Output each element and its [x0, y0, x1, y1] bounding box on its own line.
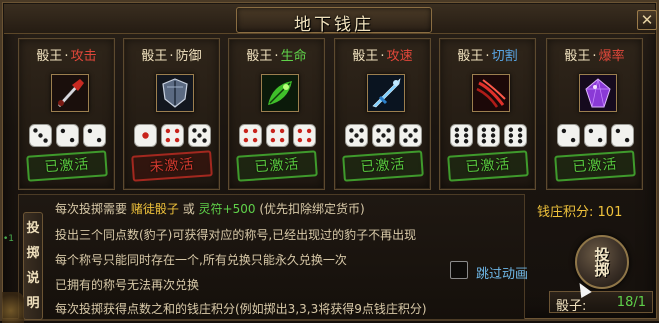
dice-row — [134, 124, 212, 148]
title-card[interactable]: 骰王 · 攻速已激活 — [334, 38, 431, 190]
card-title: 骰王 · 切割 — [440, 45, 535, 64]
card-dot: · — [64, 49, 69, 64]
side-tab-char: 明 — [26, 296, 40, 311]
dice-icon — [29, 124, 52, 147]
title-card[interactable]: 骰王 · 防御未激活 — [123, 38, 220, 190]
card-dot: · — [485, 49, 490, 64]
dice-icon — [266, 124, 289, 147]
purple-gem-icon — [579, 74, 617, 112]
red-sword-icon — [51, 74, 89, 112]
info-line-cost: 每次投掷需要 赌徒骰子 或 灵符+500 (优先扣除绑定货币) — [55, 200, 365, 217]
card-prefix: 骰王 — [36, 49, 63, 64]
title-card[interactable]: 骰王 · 切割已激活 — [439, 38, 536, 190]
dice-icon — [557, 124, 580, 147]
title-bar: 地下钱庄 ✕ — [4, 4, 657, 35]
dice-icon — [134, 124, 157, 147]
dice-count-bar: 骰子: 18/1 — [549, 291, 653, 314]
info-text: 或 — [182, 202, 195, 216]
title-plate: 地下钱庄 — [236, 7, 432, 35]
bank-score-label: 钱庄积分: — [537, 205, 594, 220]
card-title: 骰王 · 爆率 — [547, 45, 642, 64]
side-tab-char: 掷 — [26, 246, 40, 261]
card-prefix: 骰王 — [564, 49, 591, 64]
info-line-owned: 已拥有的称号无法再次兑换 — [55, 278, 200, 292]
card-prefix: 骰王 — [246, 49, 273, 64]
card-title: 骰王 · 生命 — [229, 45, 324, 64]
dice-count-label: 骰子: — [556, 299, 587, 314]
dice-icon — [477, 124, 500, 147]
roll-instructions-tab[interactable]: 投 掷 说 明 — [23, 212, 43, 320]
side-marker: •1 — [3, 234, 15, 244]
dice-row — [450, 124, 528, 148]
dice-icon — [56, 124, 79, 147]
skip-animation-label[interactable]: 跳过动画 — [476, 263, 528, 282]
dice-icon — [611, 124, 634, 147]
gold-pile-decoration — [2, 292, 24, 323]
card-attr: 切割 — [491, 49, 518, 64]
dice-icon — [450, 124, 473, 147]
info-text: 每次投掷需要 — [55, 202, 128, 216]
card-prefix: 骰王 — [352, 49, 379, 64]
status-stamp-active: 已激活 — [447, 150, 529, 182]
skip-animation-checkbox[interactable] — [450, 261, 468, 279]
status-stamp-inactive: 未激活 — [131, 150, 213, 182]
red-claw-icon — [472, 74, 510, 112]
dice-icon — [399, 124, 422, 147]
info-line-points: 每次投掷获得点数之和的钱庄积分(例如掷出3,3,3将获得9点钱庄积分) — [55, 302, 427, 316]
roll-char: 掷 — [594, 261, 610, 279]
status-stamp-active: 已激活 — [342, 150, 424, 182]
dice-icon — [83, 124, 106, 147]
title-card[interactable]: 骰王 · 攻击已激活 — [18, 38, 115, 190]
card-attr: 防御 — [175, 49, 202, 64]
dice-row — [345, 124, 423, 148]
card-prefix: 骰王 — [457, 49, 484, 64]
side-tab-char: 投 — [26, 221, 40, 236]
roll-button-label: 投 掷 — [577, 248, 627, 278]
title-card[interactable]: 骰王 · 生命已激活 — [228, 38, 325, 190]
card-title: 骰王 · 防御 — [124, 45, 219, 64]
underground-bank-window: 地下钱庄 ✕ 骰王 · 攻击 已激活 骰王 · 防御 未激活 骰王 · 生命 已激活 骰王 · 攻速 已激活骰… — [0, 0, 659, 323]
bank-score-value: 101 — [597, 205, 623, 220]
card-prefix: 骰王 — [141, 49, 168, 64]
info-text: (优先扣除绑定货币) — [259, 202, 365, 216]
card-title: 骰王 · 攻速 — [335, 45, 430, 64]
status-stamp-active: 已激活 — [26, 150, 108, 182]
card-dot: · — [169, 49, 174, 64]
close-button[interactable]: ✕ — [637, 10, 657, 30]
dice-icon — [504, 124, 527, 147]
status-stamp-active: 已激活 — [236, 150, 318, 182]
title-cards: 骰王 · 攻击 已激活 骰王 · 防御 未激活 骰王 · 生命 已激活 骰王 · 攻速 已激活 骰王 · 切割 已激活… — [18, 38, 643, 191]
status-stamp-active: 已激活 — [554, 150, 636, 182]
dice-row — [239, 124, 317, 148]
dice-icon — [345, 124, 368, 147]
dice-icon — [293, 124, 316, 147]
info-line-triples: 投出三个同点数(豹子)可获得对应的称号,已经出现过的豹子不再出现 — [55, 228, 417, 242]
dice-count-value: 18/1 — [616, 295, 646, 310]
gambler-dice-text: 赌徒骰子 — [130, 202, 179, 216]
shield-icon — [156, 74, 194, 112]
side-tab-char: 说 — [26, 271, 40, 286]
dice-row — [557, 124, 635, 148]
info-line-unique: 每个称号只能同时存在一个,所有兑换只能永久兑换一次 — [55, 253, 347, 267]
card-attr: 爆率 — [598, 49, 625, 64]
card-attr: 生命 — [280, 49, 307, 64]
dice-row — [29, 124, 107, 148]
talisman-cost-text: 灵符+500 — [198, 202, 256, 216]
card-attr: 攻速 — [386, 49, 413, 64]
blue-blade-icon — [367, 74, 405, 112]
dice-icon — [372, 124, 395, 147]
card-dot: · — [380, 49, 385, 64]
green-leaf-icon — [261, 74, 299, 112]
card-dot: · — [274, 49, 279, 64]
bank-score: 钱庄积分: 101 — [537, 201, 622, 220]
card-dot: · — [592, 49, 597, 64]
title-card[interactable]: 骰王 · 爆率已激活 — [546, 38, 643, 190]
window-title: 地下钱庄 — [294, 15, 374, 35]
card-attr: 攻击 — [70, 49, 97, 64]
dice-icon — [188, 124, 211, 147]
dice-icon — [239, 124, 262, 147]
dice-icon — [584, 124, 607, 147]
dice-icon — [161, 124, 184, 147]
card-title: 骰王 · 攻击 — [19, 45, 114, 64]
